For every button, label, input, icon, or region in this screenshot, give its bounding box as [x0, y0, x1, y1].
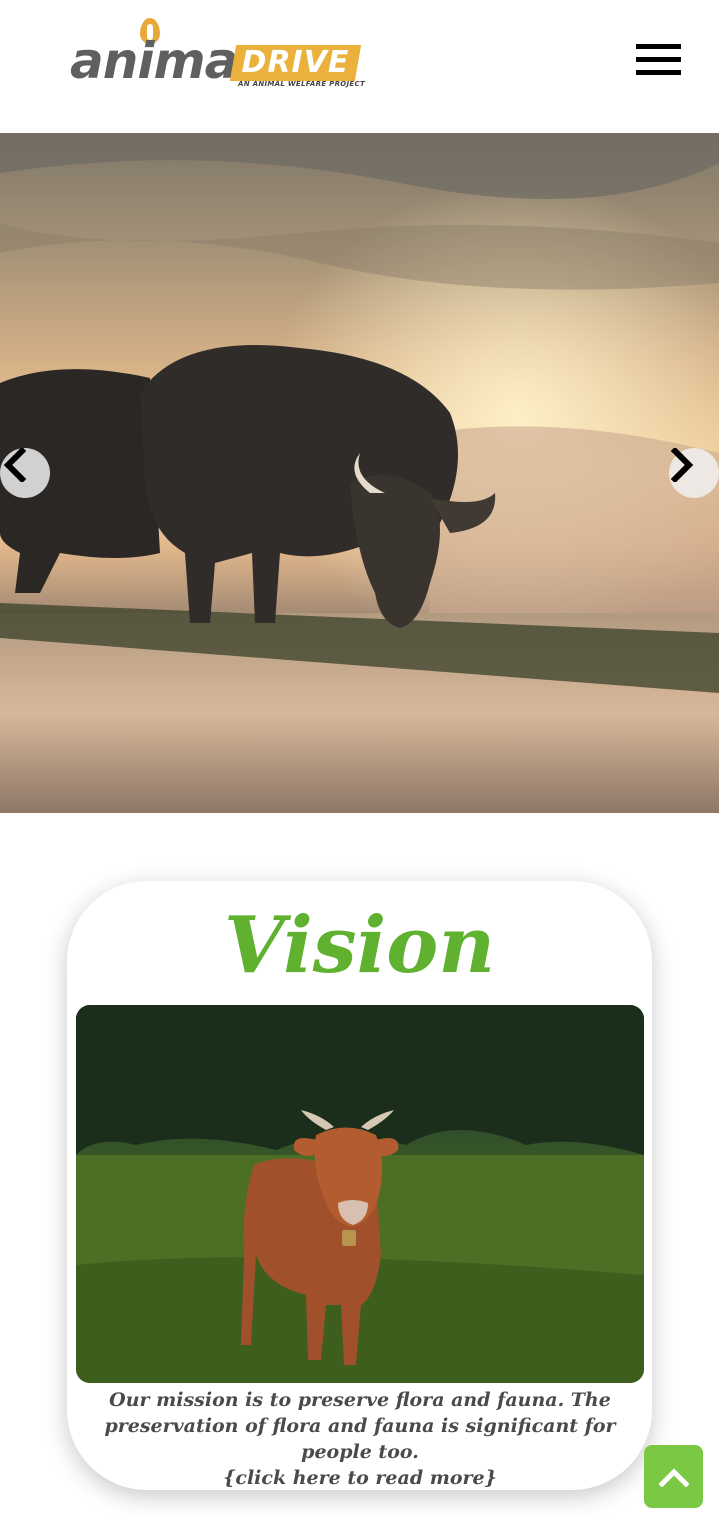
site-header: anima DRIVE AN ANIMAL WELFARE PROJECT — [0, 0, 719, 133]
hero-image-buffalo — [0, 133, 719, 813]
menu-bar — [636, 44, 681, 49]
chevron-right-icon — [670, 448, 694, 482]
scroll-to-top-button[interactable] — [644, 1445, 703, 1508]
slider-prev-button[interactable] — [0, 448, 50, 498]
vision-title: Vision — [223, 900, 496, 991]
logo-word-anima: anima — [70, 32, 238, 90]
logo-badge-drive: DRIVE — [229, 45, 362, 81]
cow-illustration — [76, 1005, 644, 1383]
vision-caption: Our mission is to preserve flora and fau… — [75, 1387, 645, 1491]
anima-drive-logo[interactable]: anima DRIVE AN ANIMAL WELFARE PROJECT — [70, 18, 370, 98]
logo-word-drive: DRIVE — [241, 45, 350, 80]
menu-bar — [636, 70, 681, 75]
hero-slider — [0, 133, 719, 813]
chevron-up-icon — [658, 1467, 689, 1487]
hamburger-menu-icon[interactable] — [636, 44, 684, 80]
chevron-left-icon — [3, 448, 27, 482]
vision-card: Vision Our mission is to preserve flora … — [67, 881, 652, 1490]
vision-caption-text: Our mission is to preserve flora and fau… — [104, 1389, 616, 1463]
menu-bar — [636, 57, 681, 62]
read-more-link[interactable]: {click here to read more} — [223, 1467, 497, 1489]
slider-next-button[interactable] — [669, 448, 719, 498]
vision-image-cow[interactable] — [76, 1005, 644, 1383]
logo-tagline: AN ANIMAL WELFARE PROJECT — [238, 80, 366, 88]
